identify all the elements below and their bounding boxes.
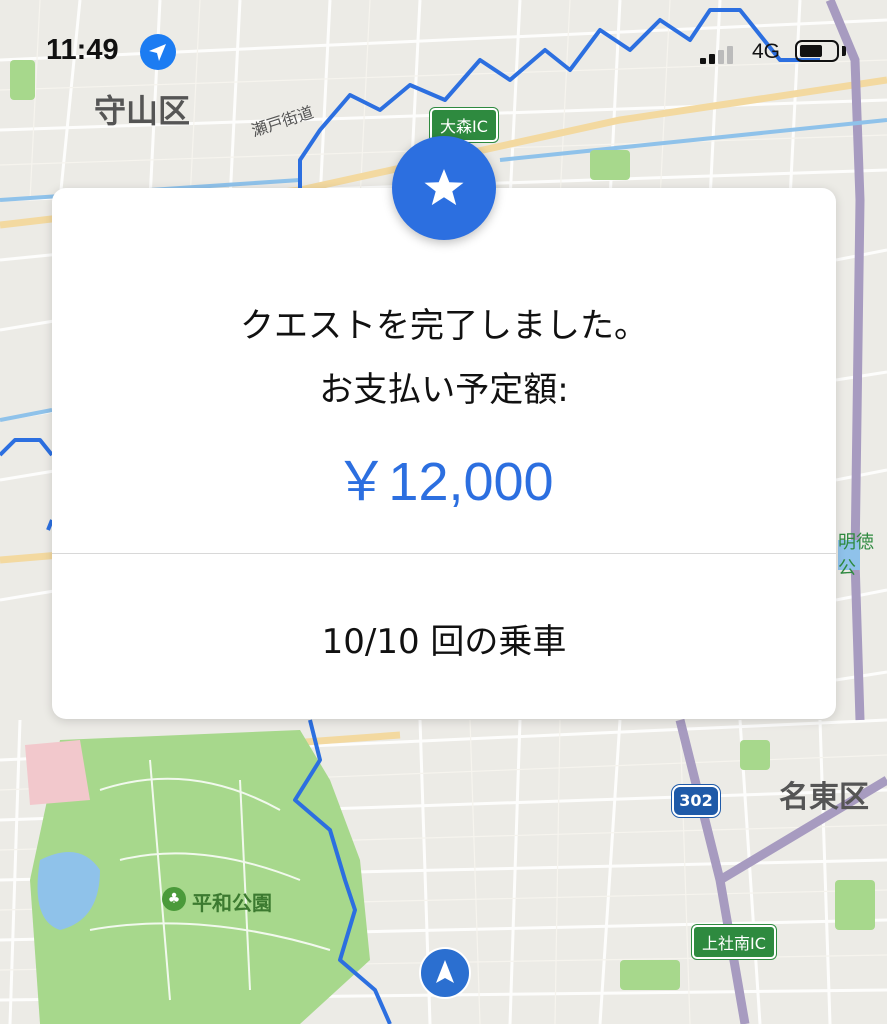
map-label-meito: 名東区 (779, 780, 869, 815)
status-bar: 11:49 4G (0, 0, 887, 100)
park-icon: ♣ (162, 887, 186, 911)
battery-icon (795, 40, 839, 62)
location-arrow-icon (140, 34, 176, 70)
card-divider (52, 553, 836, 554)
signal-icon (700, 44, 740, 64)
status-time: 11:49 (46, 34, 119, 66)
rides-progress: 10/10 回の乗車 (321, 622, 567, 662)
payout-amount: ￥12,000 (334, 452, 554, 512)
navigation-arrow-button[interactable] (419, 947, 471, 999)
route-302-badge[interactable]: 302 (672, 785, 720, 817)
network-type: 4G (752, 40, 781, 63)
star-icon (392, 136, 496, 240)
quest-complete-title: クエストを完了しました。 (240, 306, 648, 346)
battery-nub (842, 46, 846, 56)
map-label-heiwa-park[interactable]: 平和公園 (192, 887, 272, 916)
navigation-arrow-icon (436, 960, 454, 983)
payout-label: お支払い予定額: (319, 370, 569, 410)
kamiyashiro-ic-badge[interactable]: 上社南IC (692, 925, 776, 959)
map-label-meitoku: 明徳公 (838, 532, 874, 579)
